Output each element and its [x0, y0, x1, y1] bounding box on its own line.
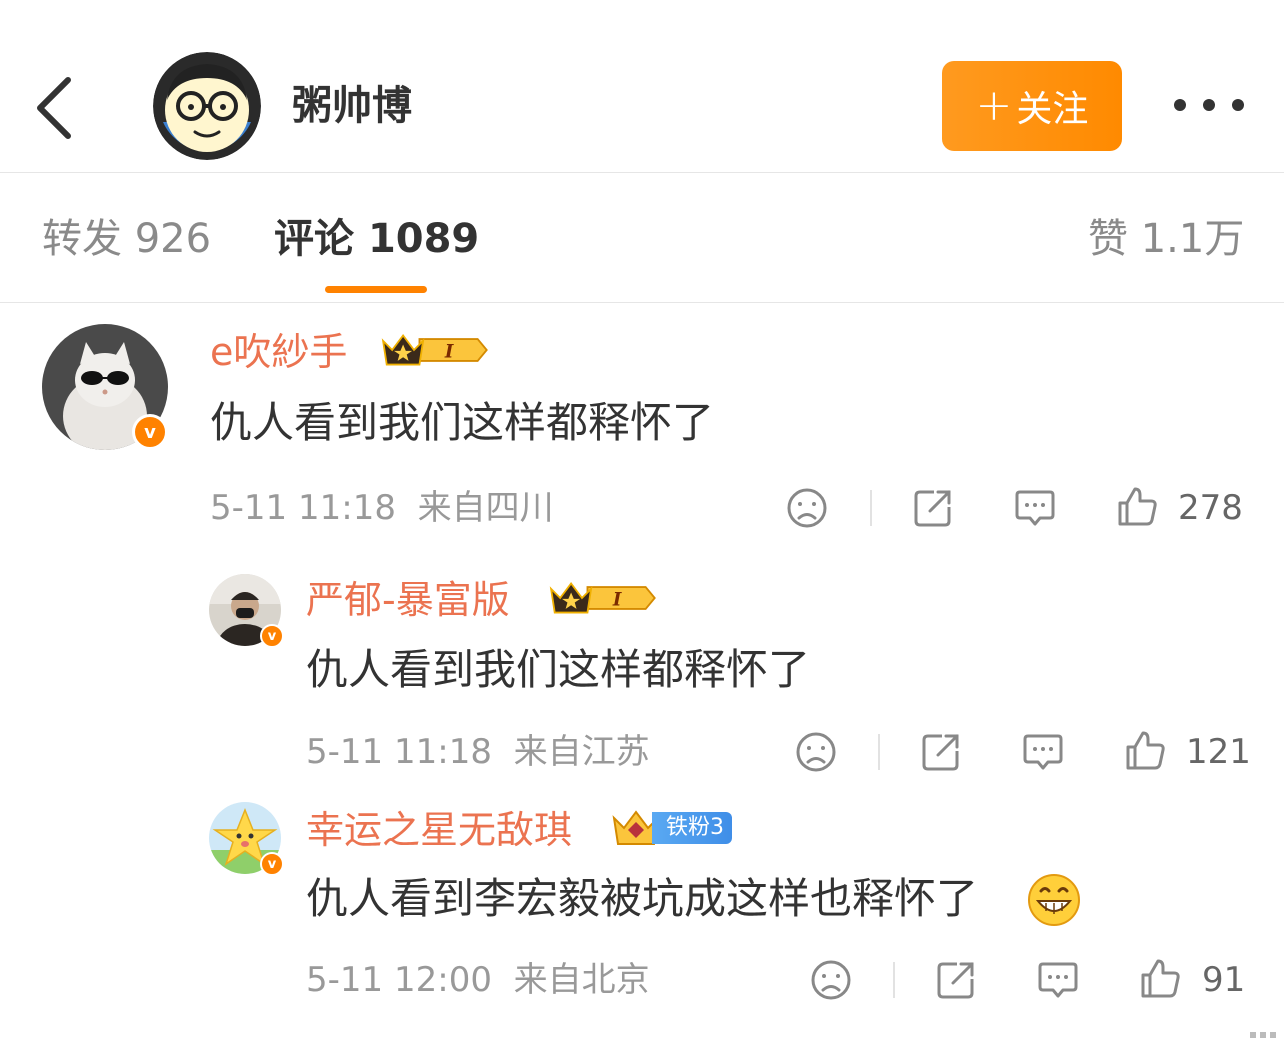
comment-location: 来自江苏 — [513, 732, 650, 772]
svg-text:I: I — [444, 341, 454, 362]
reply-button[interactable] — [1022, 731, 1064, 773]
author-avatar[interactable] — [153, 52, 261, 160]
share-icon — [937, 962, 974, 999]
dislike-button[interactable] — [810, 959, 852, 1001]
thumbs-up-icon — [1141, 959, 1180, 998]
reply-button[interactable] — [1037, 959, 1079, 1001]
comment-icon — [1023, 734, 1063, 770]
chevron-left-icon — [37, 77, 71, 139]
like-count: 278 — [1178, 488, 1243, 528]
share-button[interactable] — [912, 487, 954, 529]
verified-badge: v — [132, 414, 168, 450]
share-icon — [914, 490, 951, 527]
plus-icon: + — [975, 80, 1013, 131]
header-divider — [0, 172, 1284, 173]
crown-member-badge[interactable]: I — [542, 578, 662, 622]
comment-text: 仇人看到李宏毅被坑成这样也释怀了 — [306, 874, 979, 923]
comment-icon — [1015, 490, 1055, 526]
like-button[interactable] — [1116, 485, 1158, 527]
tabs-divider — [0, 302, 1284, 303]
crown-badge-icon: I — [381, 333, 488, 366]
fan-badge-label: 铁粉3 — [652, 812, 732, 844]
author-name[interactable]: 粥帅博 — [292, 80, 412, 132]
verified-badge: v — [260, 852, 284, 876]
comment-location: 来自北京 — [513, 960, 650, 1000]
action-separator — [870, 490, 872, 526]
like-button[interactable] — [1124, 729, 1166, 771]
like-count: 121 — [1186, 732, 1251, 772]
commenter-username[interactable]: e吹紗手 — [210, 328, 347, 376]
follow-button[interactable]: + 关注 — [942, 61, 1122, 151]
comment-time: 5-11 12:00 — [306, 960, 492, 1000]
action-separator — [893, 962, 895, 998]
share-icon — [922, 734, 959, 771]
tab-repost[interactable]: 转发 926 — [42, 213, 211, 265]
tab-comments[interactable]: 评论 1089 — [274, 213, 479, 265]
thumbs-up-icon — [1118, 487, 1157, 526]
commenter-username[interactable]: 严郁-暴富版 — [306, 576, 510, 624]
comment-meta: 5-11 11:18 来自江苏 — [306, 730, 650, 774]
comment-time: 5-11 11:18 — [306, 732, 492, 772]
active-tab-indicator — [325, 286, 427, 293]
reply-button[interactable] — [1014, 487, 1056, 529]
follow-label: 关注 — [1016, 89, 1089, 130]
comment-icon — [1038, 962, 1078, 998]
dislike-button[interactable] — [795, 731, 837, 773]
action-separator — [878, 734, 880, 770]
sad-face-icon — [787, 488, 827, 528]
comment-location: 来自四川 — [417, 488, 554, 528]
sad-face-icon — [811, 960, 851, 1000]
share-button[interactable] — [920, 731, 962, 773]
verified-badge: v — [260, 624, 284, 648]
dislike-button[interactable] — [786, 487, 828, 529]
comment-text: 仇人看到我们这样都释怀了 — [210, 398, 715, 447]
more-dots-icon — [1174, 99, 1186, 111]
crown-member-badge[interactable]: I — [374, 330, 494, 374]
back-button[interactable] — [32, 72, 80, 144]
tab-likes[interactable]: 赞 1.1万 — [1088, 213, 1244, 265]
commenter-username[interactable]: 幸运之星无敌琪 — [306, 806, 572, 854]
thumbs-up-icon — [1126, 731, 1165, 770]
grin-emoji-icon — [1027, 873, 1081, 927]
like-count: 91 — [1202, 960, 1246, 1000]
svg-text:I: I — [612, 589, 622, 610]
like-button[interactable] — [1139, 957, 1181, 999]
fan-level-badge[interactable]: 铁粉3 — [610, 810, 732, 846]
comment-meta: 5-11 11:18 来自四川 — [210, 486, 554, 530]
comment-meta: 5-11 12:00 来自北京 — [306, 958, 650, 1002]
cartoon-face-avatar-image — [153, 52, 261, 160]
sad-face-icon — [796, 732, 836, 772]
corner-watermark — [1244, 1004, 1284, 1044]
crown-badge-icon: I — [549, 581, 656, 614]
comment-text: 仇人看到我们这样都释怀了 — [306, 645, 811, 694]
share-button[interactable] — [935, 959, 977, 1001]
more-options-button[interactable] — [1174, 96, 1244, 114]
comment-time: 5-11 11:18 — [210, 488, 396, 528]
